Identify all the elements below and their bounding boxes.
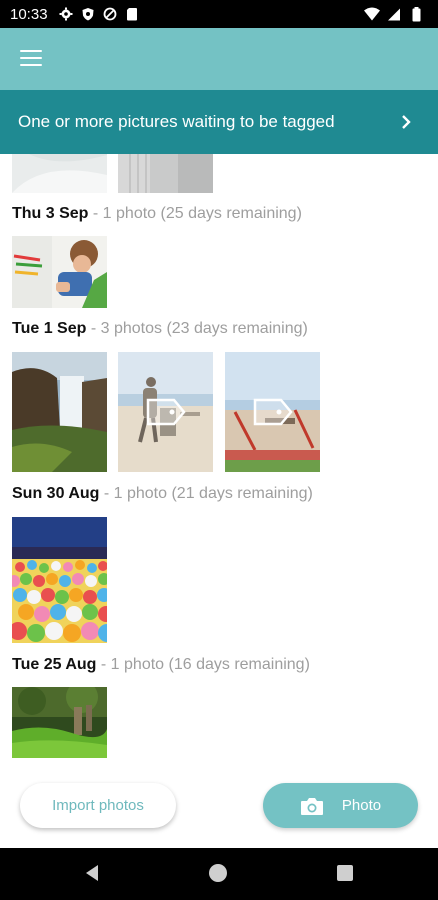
home-icon[interactable] [209, 864, 227, 882]
import-photos-button[interactable]: Import photos [20, 783, 176, 828]
chevron-right-icon [402, 115, 411, 129]
signal-icon [386, 6, 402, 22]
photo-thumbnail[interactable] [118, 154, 213, 193]
take-photo-label: Photo [341, 797, 382, 814]
day-date: Sun 30 Aug [12, 485, 100, 502]
photo-thumbnail-pending-tag[interactable] [118, 352, 213, 472]
take-photo-button[interactable]: Photo [263, 783, 418, 828]
day-header: Thu 3 Sep - 1 photo (25 days remaining) [12, 205, 302, 223]
day-header: Tue 1 Sep - 3 photos (23 days remaining) [12, 320, 308, 338]
tag-pending-icon [146, 398, 186, 426]
day-summary: - 1 photo (16 days remaining) [96, 656, 310, 673]
status-bar: 10:33 [0, 0, 438, 28]
day-date: Tue 25 Aug [12, 656, 97, 673]
photo-thumbnail[interactable] [12, 236, 107, 308]
day-header: Tue 25 Aug - 1 photo (16 days remaining) [12, 656, 310, 674]
wifi-icon [364, 6, 380, 22]
photo-list[interactable]: Thu 3 Sep - 1 photo (25 days remaining) … [0, 154, 438, 848]
day-date: Thu 3 Sep [12, 205, 89, 222]
day-summary: - 1 photo (25 days remaining) [88, 205, 302, 222]
tag-pending-icon [253, 398, 293, 426]
day-header: Sun 30 Aug - 1 photo (21 days remaining) [12, 485, 313, 503]
settings-status-icon [58, 6, 74, 22]
recent-apps-icon[interactable] [337, 865, 353, 881]
tagging-banner[interactable]: One or more pictures waiting to be tagge… [0, 90, 438, 154]
shield-status-icon [80, 6, 96, 22]
photo-thumbnail[interactable] [12, 154, 107, 193]
sd-card-status-icon [124, 6, 140, 22]
photo-thumbnail[interactable] [12, 687, 107, 758]
battery-icon [408, 6, 424, 22]
camera-icon [300, 797, 323, 815]
app-bar [0, 28, 438, 90]
blocked-status-icon [102, 6, 118, 22]
day-summary: - 1 photo (21 days remaining) [99, 485, 313, 502]
back-icon[interactable] [84, 864, 100, 882]
day-date: Tue 1 Sep [12, 320, 87, 337]
status-time: 10:33 [10, 5, 48, 23]
system-nav-bar [0, 848, 438, 900]
day-summary: - 3 photos (23 days remaining) [86, 320, 308, 337]
photo-thumbnail-pending-tag[interactable] [225, 352, 320, 472]
menu-icon[interactable] [20, 50, 42, 68]
photo-thumbnail[interactable] [12, 517, 107, 643]
banner-text: One or more pictures waiting to be tagge… [18, 112, 335, 131]
photo-thumbnail[interactable] [12, 352, 107, 472]
